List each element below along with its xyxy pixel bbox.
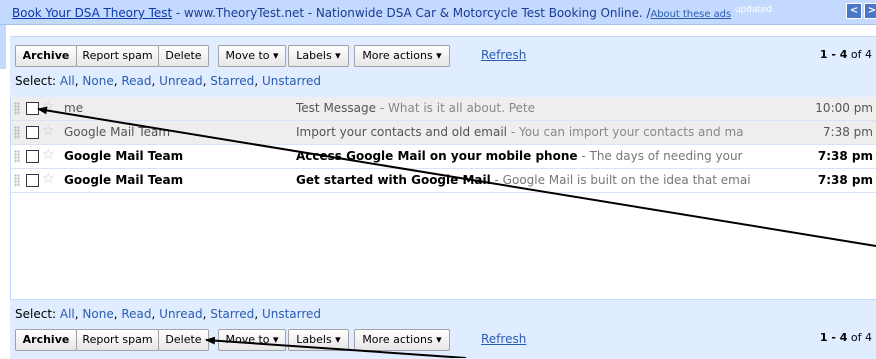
ad-text: Book Your DSA Theory Test - www.TheoryTe… xyxy=(12,5,772,20)
select-unread[interactable]: Unread xyxy=(159,307,202,321)
drag-handle-icon[interactable] xyxy=(14,174,20,187)
select-starred[interactable]: Starred xyxy=(210,74,254,88)
labels-dropdown[interactable]: Labels ▾ xyxy=(288,45,349,67)
ad-bar: Book Your DSA Theory Test - www.TheoryTe… xyxy=(0,0,876,25)
select-read[interactable]: Read xyxy=(121,307,151,321)
select-none[interactable]: None xyxy=(82,74,113,88)
more-actions-dropdown[interactable]: More actions ▾ xyxy=(354,45,450,67)
star-icon[interactable]: ☆ xyxy=(42,123,55,139)
count-total: of 4 xyxy=(850,331,872,344)
message-subject: Get started with Google Mail - Google Ma… xyxy=(296,173,766,187)
message-time: 10:00 pm xyxy=(815,101,873,115)
row-checkbox[interactable] xyxy=(26,150,39,163)
message-count: 1 - 4 of 4 xyxy=(820,331,872,344)
subject-text: Import your contacts and old email xyxy=(296,125,508,139)
row-checkbox[interactable] xyxy=(26,102,39,115)
drag-handle-icon[interactable] xyxy=(14,126,20,139)
archive-button[interactable]: Archive xyxy=(15,329,77,351)
star-icon[interactable]: ☆ xyxy=(42,99,55,115)
select-all[interactable]: All xyxy=(60,307,75,321)
count-range: 1 - 4 xyxy=(819,48,848,61)
message-list: ☆ me Test Message - What is it all about… xyxy=(10,97,876,299)
select-none[interactable]: None xyxy=(82,307,113,321)
select-sep: , xyxy=(254,307,262,321)
message-row[interactable]: ☆ Google Mail Team Access Google Mail on… xyxy=(11,145,876,169)
select-row: Select: All, None, Read, Unread, Starred… xyxy=(15,74,321,88)
message-sender: Google Mail Team xyxy=(64,173,184,187)
message-snippet: - What is it all about. Pete xyxy=(376,101,535,115)
message-subject: Access Google Mail on your mobile phone … xyxy=(296,149,766,163)
count-total: of 4 xyxy=(850,48,872,61)
message-sender: me xyxy=(64,101,84,115)
star-icon[interactable]: ☆ xyxy=(42,147,55,163)
subject-text: Get started with Google Mail xyxy=(296,173,491,187)
report-spam-button[interactable]: Report spam xyxy=(76,45,159,67)
archive-button[interactable]: Archive xyxy=(15,45,77,67)
select-sep: , xyxy=(254,74,262,88)
about-ads-link[interactable]: About these ads xyxy=(650,9,731,20)
bottom-toolbar: Select: All, None, Read, Unread, Starred… xyxy=(10,299,876,359)
message-subject: Import your contacts and old email - You… xyxy=(296,125,766,139)
more-actions-dropdown[interactable]: More actions ▾ xyxy=(354,329,450,351)
delete-button[interactable]: Delete xyxy=(158,45,209,67)
select-unstarred[interactable]: Unstarred xyxy=(262,307,321,321)
message-subject: Test Message - What is it all about. Pet… xyxy=(296,101,766,115)
select-unread[interactable]: Unread xyxy=(159,74,202,88)
message-row[interactable]: ☆ Google Mail Team Import your contacts … xyxy=(11,121,876,145)
select-starred[interactable]: Starred xyxy=(210,307,254,321)
move-to-dropdown[interactable]: Move to ▾ xyxy=(218,45,286,67)
row-checkbox[interactable] xyxy=(26,174,39,187)
select-read[interactable]: Read xyxy=(121,74,151,88)
message-time: 7:38 pm xyxy=(817,173,873,187)
message-row[interactable]: ☆ Google Mail Team Get started with Goog… xyxy=(11,169,876,193)
select-prefix: Select: xyxy=(15,307,60,321)
move-to-dropdown[interactable]: Move to ▾ xyxy=(218,329,286,351)
drag-handle-icon[interactable] xyxy=(14,102,20,115)
count-range: 1 - 4 xyxy=(819,331,848,344)
message-count: 1 - 4 of 4 xyxy=(820,48,872,61)
select-prefix: Select: xyxy=(15,74,60,88)
message-sender: Google Mail Team xyxy=(64,125,171,139)
subject-text: Test Message xyxy=(296,101,377,115)
message-time: 7:38 pm xyxy=(817,149,873,163)
message-row[interactable]: ☆ me Test Message - What is it all about… xyxy=(11,97,876,121)
select-row: Select: All, None, Read, Unread, Starred… xyxy=(15,307,321,321)
message-time: 7:38 pm xyxy=(822,125,873,139)
delete-button[interactable]: Delete xyxy=(158,329,209,351)
labels-dropdown[interactable]: Labels ▾ xyxy=(288,329,349,351)
left-accent xyxy=(0,25,6,69)
message-snippet: - You can import your contacts and ma xyxy=(507,125,744,139)
row-checkbox[interactable] xyxy=(26,126,39,139)
star-icon[interactable]: ☆ xyxy=(42,171,55,187)
chevron-left-icon[interactable]: < xyxy=(846,3,862,19)
refresh-link[interactable]: Refresh xyxy=(481,332,526,346)
message-snippet: - Google Mail is built on the idea that … xyxy=(490,173,751,187)
chevron-right-icon[interactable]: > xyxy=(864,3,876,19)
refresh-link[interactable]: Refresh xyxy=(481,48,526,62)
ad-updated-label: updated xyxy=(734,5,772,15)
report-spam-button[interactable]: Report spam xyxy=(76,329,159,351)
drag-handle-icon[interactable] xyxy=(14,150,20,163)
message-snippet: - The days of needing your xyxy=(577,149,743,163)
ad-link[interactable]: Book Your DSA Theory Test xyxy=(12,6,172,20)
select-unstarred[interactable]: Unstarred xyxy=(262,74,321,88)
subject-text: Access Google Mail on your mobile phone xyxy=(296,149,578,163)
select-all[interactable]: All xyxy=(60,74,75,88)
message-sender: Google Mail Team xyxy=(64,149,184,163)
top-toolbar: Archive Report spam Delete Move to ▾ Lab… xyxy=(10,36,876,97)
ad-body: - www.TheoryTest.net - Nationwide DSA Ca… xyxy=(172,6,651,20)
